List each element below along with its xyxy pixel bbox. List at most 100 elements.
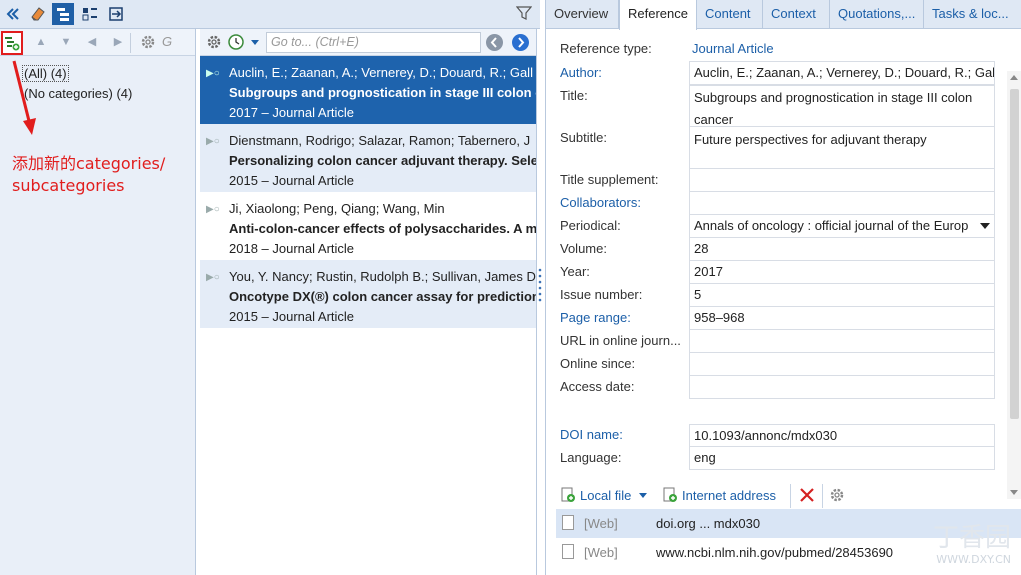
url-field[interactable]: [689, 330, 995, 353]
chevron-down-icon[interactable]: [251, 40, 259, 45]
pin-icon[interactable]: ▶○: [206, 68, 220, 79]
access-date-field[interactable]: [689, 376, 995, 399]
chevron-down-icon[interactable]: [980, 223, 990, 229]
tab-quotations[interactable]: Quotations,...: [830, 0, 924, 29]
title-field[interactable]: Subgroups and prognostication in stage I…: [689, 85, 995, 127]
collaborators-field[interactable]: [689, 192, 995, 215]
export-view-icon[interactable]: [105, 3, 127, 25]
splitter-handle[interactable]: [538, 266, 542, 306]
reference-list-panel: Go to... (Ctrl+E) ▶○ Auclin, E.; Zaanan,…: [200, 29, 537, 575]
tab-tasks[interactable]: Tasks & loc...: [924, 0, 1021, 29]
reference-authors: Dienstmann, Rodrigo; Salazar, Ramon; Tab…: [229, 131, 536, 151]
pin-icon[interactable]: ▶○: [206, 204, 220, 215]
local-file-button[interactable]: Local file: [560, 487, 647, 503]
reference-title: Oncotype DX(®) colon cancer assay for pr…: [229, 287, 536, 307]
annotation-line-1: 添加新的categories/: [12, 153, 165, 175]
page-range-label[interactable]: Page range:: [560, 310, 631, 325]
title-label: Title:: [560, 88, 588, 103]
reference-detail-panel: Overview Reference Content Context Quota…: [545, 0, 1021, 575]
toolbar-divider: [822, 484, 823, 508]
attachment-type-label: [Web]: [584, 516, 618, 531]
issue-number-label: Issue number:: [560, 287, 642, 302]
pin-icon[interactable]: ▶○: [206, 272, 220, 283]
subtitle-field[interactable]: Future perspectives for adjuvant therapy: [689, 127, 995, 169]
eraser-icon[interactable]: [27, 3, 49, 25]
move-down-icon[interactable]: ▼: [59, 35, 73, 49]
url-label: URL in online journ...: [560, 333, 681, 348]
internet-address-label: Internet address: [682, 488, 776, 503]
fields-scrollbar[interactable]: [1007, 71, 1021, 499]
doi-label[interactable]: DOI name:: [560, 427, 623, 442]
online-since-field[interactable]: [689, 353, 995, 376]
reference-row[interactable]: ▶○ Auclin, E.; Zaanan, A.; Vernerey, D.;…: [200, 56, 536, 124]
reference-title: Anti-colon-cancer effects of polysacchar…: [229, 219, 536, 239]
goto-input[interactable]: Go to... (Ctrl+E): [266, 32, 481, 53]
add-category-button[interactable]: [1, 31, 23, 55]
online-since-label: Online since:: [560, 356, 635, 371]
local-file-label: Local file: [580, 488, 631, 503]
watermark: 丁香园 WWW.DXY.CN: [933, 523, 1011, 567]
scroll-thumb[interactable]: [1010, 89, 1019, 419]
tab-overview[interactable]: Overview: [546, 0, 619, 29]
toolbar-divider: [130, 33, 131, 53]
periodical-value: Annals of oncology : official journal of…: [694, 218, 968, 233]
title-supplement-field[interactable]: [689, 169, 995, 192]
move-up-icon[interactable]: ▲: [34, 35, 48, 49]
forward-arrow-icon[interactable]: [512, 34, 529, 51]
scroll-up-icon[interactable]: [1010, 75, 1018, 80]
back-arrow-icon[interactable]: [486, 34, 503, 51]
filter-icon[interactable]: [516, 5, 532, 24]
tab-reference[interactable]: Reference: [619, 0, 697, 30]
move-right-icon[interactable]: ▶: [111, 35, 125, 49]
issue-number-field[interactable]: 5: [689, 284, 995, 307]
author-field[interactable]: Auclin, E.; Zaanan, A.; Vernerey, D.; Do…: [689, 61, 995, 85]
gear-icon[interactable]: [829, 487, 845, 503]
year-label: Year:: [560, 264, 590, 279]
tab-context[interactable]: Context: [763, 0, 830, 29]
keywords-view-icon[interactable]: [79, 3, 101, 25]
reference-row[interactable]: ▶○ You, Y. Nancy; Rustin, Rudolph B.; Su…: [200, 260, 536, 328]
category-none[interactable]: (No categories) (4): [24, 84, 195, 104]
language-field[interactable]: eng: [689, 447, 995, 470]
categories-view-icon[interactable]: [52, 3, 74, 25]
delete-attachment-button[interactable]: [798, 486, 816, 504]
title-supplement-label: Title supplement:: [560, 172, 659, 187]
watermark-url: WWW.DXY.CN: [933, 553, 1011, 567]
gear-icon[interactable]: [140, 34, 156, 50]
attachment-url: doi.org ... mdx030: [630, 516, 760, 531]
annotation-line-2: subcategories: [12, 175, 165, 197]
volume-field[interactable]: 28: [689, 238, 995, 261]
page-range-field[interactable]: 958–968: [689, 307, 995, 330]
category-all[interactable]: (All) (4): [22, 64, 195, 84]
collaborators-label[interactable]: Collaborators:: [560, 195, 641, 210]
reference-type-label: Reference type:: [560, 41, 652, 56]
reference-row[interactable]: ▶○ Dienstmann, Rodrigo; Salazar, Ramon; …: [200, 124, 536, 192]
add-link-icon: [662, 487, 678, 503]
gear-icon[interactable]: [206, 34, 222, 53]
reference-meta: 2017 – Journal Article: [229, 103, 536, 123]
year-field[interactable]: 2017: [689, 261, 995, 284]
add-category-icon: [4, 35, 20, 51]
reference-authors: You, Y. Nancy; Rustin, Rudolph B.; Sulli…: [229, 267, 536, 287]
attachment-url: www.ncbi.nlm.nih.gov/pubmed/28453690: [630, 545, 893, 560]
move-left-icon[interactable]: ◀: [85, 35, 99, 49]
annotation-text: 添加新的categories/ subcategories: [12, 153, 165, 197]
document-icon: [562, 544, 574, 559]
reference-title: Personalizing colon cancer adjuvant ther…: [229, 151, 536, 171]
reference-row[interactable]: ▶○ Ji, Xiaolong; Peng, Qiang; Wang, Min …: [200, 192, 536, 260]
toolbar-divider: [790, 484, 791, 508]
pin-icon[interactable]: ▶○: [206, 136, 220, 147]
periodical-select[interactable]: Annals of oncology : official journal of…: [689, 215, 995, 238]
reference-fields: Reference type: Journal Article Author: …: [546, 29, 1021, 479]
author-label[interactable]: Author:: [560, 65, 602, 80]
annotation-arrow: [10, 59, 40, 139]
doi-field[interactable]: 10.1093/annonc/mdx030: [689, 424, 995, 447]
internet-address-button[interactable]: Internet address: [662, 487, 776, 503]
collapse-panel-icon[interactable]: [2, 3, 24, 25]
reference-type-link[interactable]: Journal Article: [692, 41, 774, 56]
citavi-window: ▲ ▼ ◀ ▶ G (All) (4) (No categories) (4) …: [0, 0, 1021, 575]
tab-content[interactable]: Content: [697, 0, 763, 29]
history-icon[interactable]: [227, 33, 245, 54]
category-search-letter[interactable]: G: [162, 34, 172, 49]
chevron-down-icon[interactable]: [639, 493, 647, 498]
